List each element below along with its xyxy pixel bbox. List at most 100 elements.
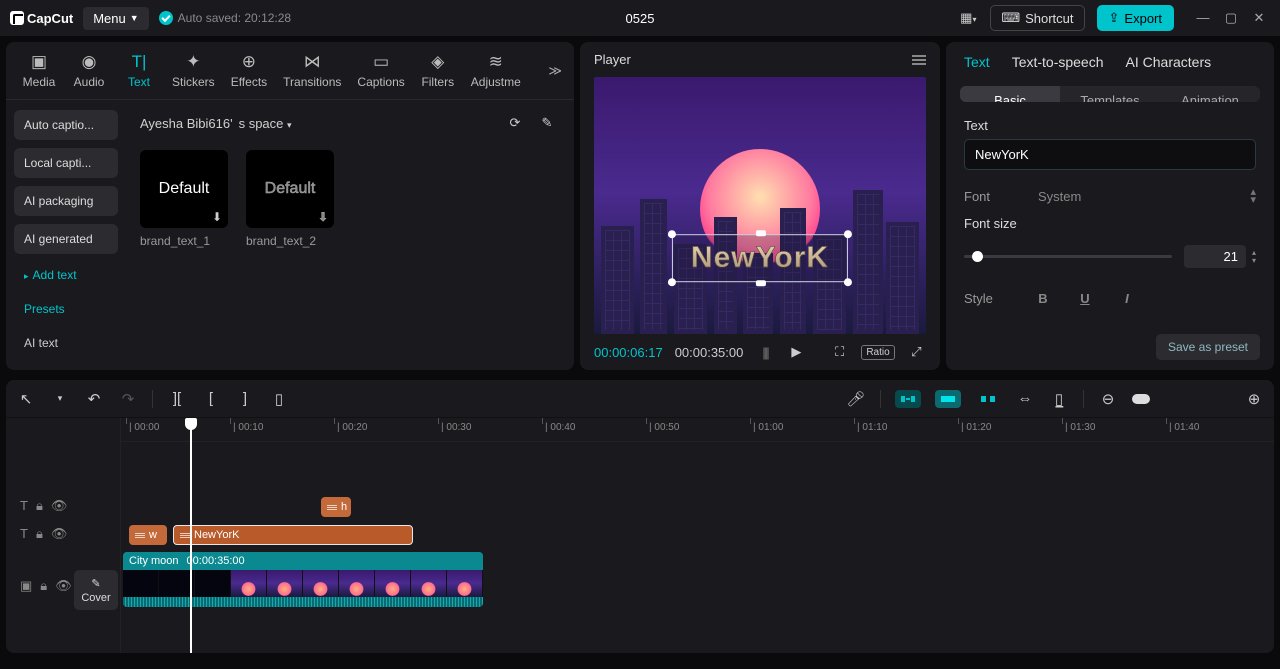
tool-tab-effects[interactable]: ⊕Effects <box>223 48 275 93</box>
ruler-tick: | 00:30 <box>441 422 471 433</box>
ruler-tick: | 00:10 <box>233 422 263 433</box>
italic-button[interactable]: I <box>1111 284 1143 312</box>
tool-tab-filters[interactable]: ◈Filters <box>413 48 463 93</box>
delete-tool[interactable]: ▯ <box>269 390 289 408</box>
track-area[interactable]: | 00:00| 00:10| 00:20| 00:30| 00:40| 00:… <box>121 418 1274 653</box>
font-value[interactable]: System <box>1038 189 1236 204</box>
tool-tab-captions[interactable]: ▭Captions <box>349 48 412 93</box>
edit-button[interactable]: ✎ <box>534 110 560 136</box>
tool-tab-adjustme[interactable]: ≋Adjustme <box>463 48 529 93</box>
download-icon[interactable]: ⬇ <box>212 210 222 224</box>
track-lock-icon-2[interactable]: 🔒︎ <box>36 526 43 542</box>
tool-tab-transitions[interactable]: ⋈Transitions <box>275 48 349 93</box>
text-clip-h[interactable]: h <box>321 497 351 517</box>
align-icon[interactable]: ⇔ <box>1015 390 1035 407</box>
mic-icon[interactable]: 🎤︎ <box>846 390 866 408</box>
snapshot-icon[interactable]: ▯̲ <box>1049 390 1069 408</box>
text-input[interactable] <box>964 139 1256 170</box>
minimize-button[interactable]: — <box>1192 10 1214 26</box>
sidebar-button[interactable]: AI packaging <box>14 186 118 216</box>
tool-tab-media[interactable]: ▣Media <box>14 48 64 93</box>
columns-icon[interactable]: |||| <box>755 345 774 360</box>
ruler-tick: | 01:20 <box>961 422 991 433</box>
ratio-button[interactable]: Ratio <box>861 345 894 360</box>
zoom-in-button[interactable]: ⊕ <box>1244 390 1264 408</box>
fontsize-value[interactable]: 21 <box>1184 245 1246 268</box>
subtab-basic[interactable]: Basic <box>960 86 1060 102</box>
track-eye-icon-3[interactable]: 👁︎ <box>55 578 72 594</box>
fontsize-slider[interactable] <box>964 255 1172 258</box>
split-tool[interactable]: ][ <box>167 390 187 407</box>
preset-card[interactable]: Default⬇brand_text_1 <box>140 150 228 248</box>
bold-button[interactable]: B <box>1027 284 1059 312</box>
track-video-icon[interactable]: ▣ <box>20 578 32 594</box>
subtab-templates[interactable]: Templates <box>1060 86 1160 102</box>
save-preset-button[interactable]: Save as preset <box>1156 334 1260 360</box>
magnet-1[interactable] <box>895 390 921 408</box>
effects-icon: ⊕ <box>242 52 256 72</box>
track-eye-icon[interactable]: 👁︎ <box>51 498 68 514</box>
trim-left-tool[interactable]: [ <box>201 390 221 407</box>
sidebar-button[interactable]: Auto captio... <box>14 110 118 140</box>
tools-more-button[interactable]: ≫ <box>544 59 566 83</box>
captions-icon: ▭ <box>373 52 389 72</box>
inspector-tab-text[interactable]: Text <box>964 54 990 70</box>
chevron-down-icon: ▾ <box>287 120 292 130</box>
sidebar-button[interactable]: Local capti... <box>14 148 118 178</box>
sidebar-link[interactable]: AI text <box>14 330 118 356</box>
text-clip-newyork[interactable]: NewYorK <box>173 525 413 545</box>
track-text-icon-2[interactable]: T <box>20 526 28 542</box>
style-label: Style <box>964 291 993 306</box>
undo-button[interactable]: ↶ <box>84 390 104 408</box>
canvas-text-overlay[interactable]: NewYorK <box>672 234 848 282</box>
video-clip[interactable]: City moon00:00:35:00 <box>123 552 483 607</box>
zoom-slider[interactable] <box>1132 394 1150 404</box>
inspector-tab-text-to-speech[interactable]: Text-to-speech <box>1012 54 1104 70</box>
cover-button[interactable]: ✎Cover <box>74 570 118 610</box>
player-menu-icon[interactable] <box>912 55 926 65</box>
play-button[interactable]: ▶ <box>787 344 806 360</box>
playhead[interactable] <box>190 418 192 653</box>
track-lock-icon[interactable]: 🔒︎ <box>36 498 43 514</box>
tool-tab-text[interactable]: T|Text <box>114 48 164 93</box>
export-button[interactable]: ⇪Export <box>1097 5 1174 31</box>
sidebar-link[interactable]: Presets <box>14 296 118 322</box>
zoom-out-button[interactable]: ⊖ <box>1098 390 1118 408</box>
fontsize-stepper[interactable]: ▴▾ <box>1252 249 1256 264</box>
download-icon[interactable]: ⬇ <box>318 210 328 224</box>
shortcut-button[interactable]: ⌨Shortcut <box>990 5 1084 31</box>
text-clip-w[interactable]: w <box>129 525 167 545</box>
check-icon <box>159 11 173 25</box>
maximize-button[interactable]: ▢ <box>1220 10 1242 26</box>
inspector-panel: Text Text-to-speech AI Characters BasicTem… <box>946 42 1274 370</box>
close-button[interactable]: ✕ <box>1248 10 1270 26</box>
sidebar-link[interactable]: Add text <box>14 262 118 288</box>
subtab-animation[interactable]: Animation <box>1160 86 1260 102</box>
track-lock-icon-3[interactable]: 🔒︎ <box>40 578 47 594</box>
preset-card[interactable]: Default⬇brand_text_2 <box>246 150 334 248</box>
workspace-space[interactable]: s space ▾ <box>239 116 292 131</box>
filters-icon: ◈ <box>431 52 444 72</box>
inspector-tab-ai-characters[interactable]: AI Characters <box>1126 54 1212 70</box>
player-canvas[interactable]: NewYorK <box>594 77 926 334</box>
underline-button[interactable]: U <box>1069 284 1101 312</box>
redo-button[interactable]: ↷ <box>118 390 138 408</box>
cursor-tool[interactable]: ↖ <box>16 390 36 408</box>
refresh-button[interactable]: ⟳ <box>502 110 528 136</box>
fullscreen-button[interactable]: ⤢ <box>907 344 926 360</box>
track-eye-icon-2[interactable]: 👁︎ <box>51 526 68 542</box>
magnet-3[interactable] <box>975 390 1001 408</box>
focus-icon[interactable]: ⛶ <box>830 344 849 360</box>
tool-tab-stickers[interactable]: ✦Stickers <box>164 48 223 93</box>
tool-tab-audio[interactable]: ◉Audio <box>64 48 114 93</box>
track-text-icon[interactable]: T <box>20 498 28 514</box>
cursor-dropdown[interactable]: ▾ <box>50 393 70 404</box>
autosave-status: Auto saved: 20:12:28 <box>159 11 291 25</box>
magnet-2[interactable] <box>935 390 961 408</box>
menu-button[interactable]: Menu▼ <box>83 7 148 30</box>
sidebar-button[interactable]: AI generated <box>14 224 118 254</box>
font-stepper[interactable]: ▴▾ <box>1250 188 1256 204</box>
trim-right-tool[interactable]: ] <box>235 390 255 407</box>
timeline-panel: ↖ ▾ ↶ ↷ ][ [ ] ▯ 🎤︎ ⇔ ▯̲ ⊖ ⊕ T 🔒︎ 👁︎ T 🔒︎ 👁︎… <box>6 380 1274 653</box>
layout-icon[interactable]: ▦▾ <box>958 10 978 26</box>
